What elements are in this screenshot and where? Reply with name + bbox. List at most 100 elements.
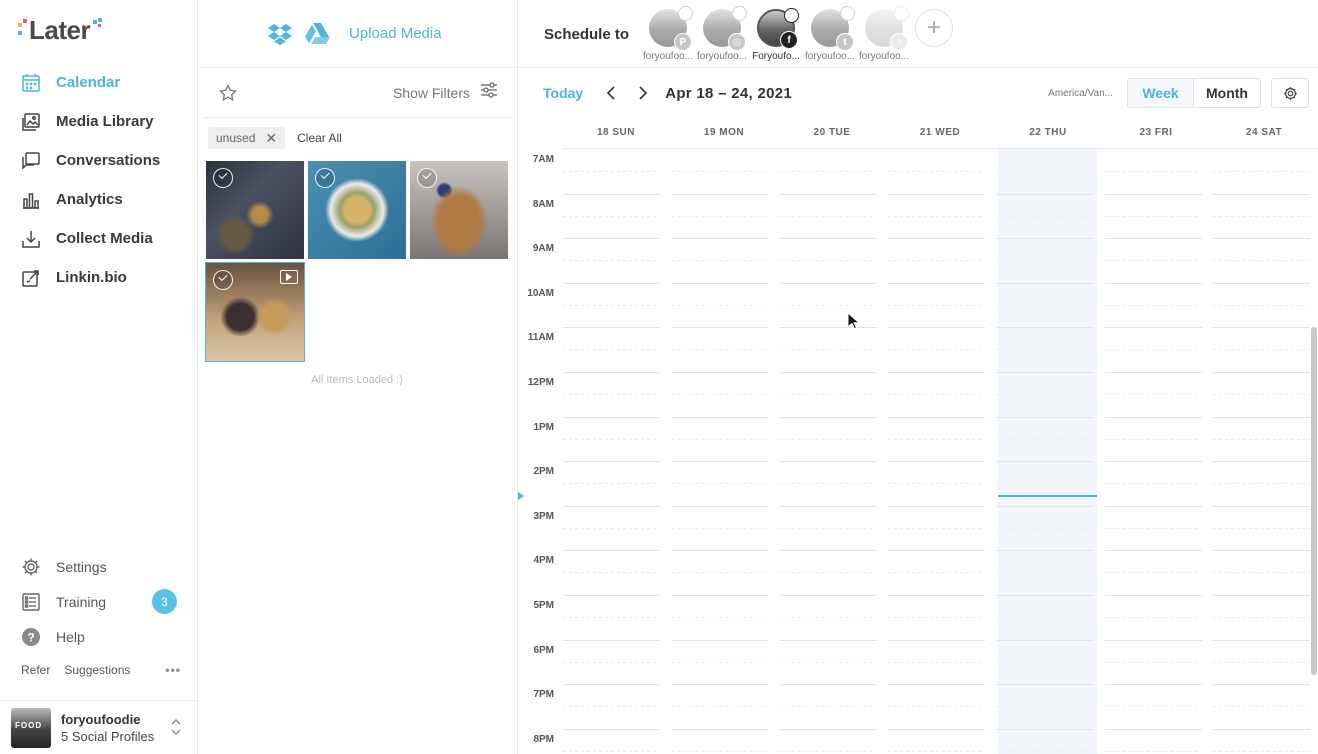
hour-label: 9AM xyxy=(532,243,554,255)
nav-settings[interactable]: Settings xyxy=(0,549,197,584)
month-view-button[interactable]: Month xyxy=(1194,79,1260,107)
hour-label: 2PM xyxy=(533,466,554,478)
clear-all-button[interactable]: Clear All xyxy=(297,131,342,145)
active-filters: unused ✕ Clear All xyxy=(198,118,517,158)
suggestions-link[interactable]: Suggestions xyxy=(64,663,130,677)
chevron-right-icon xyxy=(639,86,648,100)
logo-accent-icon xyxy=(91,18,105,40)
more-options-button[interactable]: ••• xyxy=(165,663,181,677)
media-thumbnail[interactable] xyxy=(308,161,406,259)
image-icon xyxy=(21,112,41,132)
nav-analytics-label: Analytics xyxy=(56,191,123,208)
media-thumbnail[interactable] xyxy=(205,262,305,362)
check-circle-icon[interactable] xyxy=(213,168,233,188)
upload-media-button[interactable]: Upload Media xyxy=(349,25,442,42)
day-header: 22 THU xyxy=(1029,127,1067,138)
svg-text:?: ? xyxy=(27,630,34,644)
logo-mark-icon xyxy=(16,15,32,45)
chat-icon xyxy=(21,151,41,171)
nav-help[interactable]: ? Help xyxy=(0,619,197,654)
gear-icon xyxy=(1283,86,1297,100)
profile-twitter[interactable]: t foryoufoo... xyxy=(803,6,857,62)
main-nav: Calendar Media Library Conversations Ana… xyxy=(0,63,197,297)
calendar-scrollbar[interactable] xyxy=(1311,327,1317,675)
profile-pinterest[interactable]: P foryoufoo... xyxy=(641,6,695,62)
schedule-bar: Schedule to P foryoufoo... ◎ foryoufoo..… xyxy=(518,0,1318,68)
hour-label: 7PM xyxy=(533,689,554,701)
current-time-marker xyxy=(518,492,524,500)
avatar: t xyxy=(811,6,856,51)
filter-bar: Show Filters xyxy=(204,68,511,118)
calendar-settings-button[interactable] xyxy=(1271,78,1309,108)
secondary-nav: Settings Training 3 ? Help xyxy=(0,549,197,654)
hour-label: 4PM xyxy=(533,555,554,567)
nav-collect-media[interactable]: Collect Media xyxy=(0,219,197,258)
check-icon xyxy=(732,6,748,21)
next-week-button[interactable] xyxy=(633,83,653,103)
profile-facebook[interactable]: f Foryoufo... xyxy=(749,8,803,62)
check-icon xyxy=(840,6,856,21)
profile-switcher[interactable]: foryoufoodie 5 Social Profiles xyxy=(0,700,197,754)
nav-conversations-label: Conversations xyxy=(56,152,161,169)
facebook-icon: f xyxy=(780,31,799,49)
profile-tiktok[interactable]: ♪ foryoufoo... xyxy=(857,6,911,62)
current-time-line xyxy=(998,495,1097,497)
avatar: P xyxy=(649,6,694,51)
social-profiles: P foryoufoo... ◎ foryoufoo... f Foryoufo… xyxy=(641,6,954,62)
calendar-panel: Schedule to P foryoufoo... ◎ foryoufoo..… xyxy=(518,0,1318,754)
week-view-button[interactable]: Week xyxy=(1128,79,1194,107)
google-drive-icon[interactable] xyxy=(304,21,330,47)
chevron-left-icon xyxy=(607,86,615,100)
nav-calendar[interactable]: Calendar xyxy=(0,63,197,102)
gear-icon xyxy=(21,557,41,577)
nav-analytics[interactable]: Analytics xyxy=(0,180,197,219)
hour-label: 11AM xyxy=(527,332,554,344)
hour-label: 8PM xyxy=(533,733,554,745)
today-button[interactable]: Today xyxy=(543,85,583,101)
calendar-icon xyxy=(21,73,41,93)
nav-linkin-bio-label: Linkin.bio xyxy=(56,269,127,286)
hour-label: 12PM xyxy=(527,377,554,388)
check-icon xyxy=(894,6,910,21)
later-logo[interactable]: Later xyxy=(16,14,105,46)
star-icon[interactable] xyxy=(219,83,237,102)
profile-instagram[interactable]: ◎ foryoufoo... xyxy=(695,6,749,62)
avatar: f xyxy=(757,8,800,49)
chevron-up-down-icon xyxy=(170,716,182,740)
nav-linkin-bio[interactable]: Linkin.bio xyxy=(0,258,197,297)
schedule-to-label: Schedule to xyxy=(544,26,630,43)
date-range: Apr 18 – 24, 2021 xyxy=(665,84,793,102)
check-circle-icon[interactable] xyxy=(315,168,335,188)
add-profile-button[interactable]: + xyxy=(915,9,954,47)
nav-calendar-label: Calendar xyxy=(56,74,121,91)
week-grid[interactable] xyxy=(562,149,1313,754)
close-icon[interactable]: ✕ xyxy=(265,130,277,147)
profile-name: foryoufoodie xyxy=(61,711,141,727)
nav-conversations[interactable]: Conversations xyxy=(0,141,197,180)
profile-text: foryoufoodie 5 Social Profiles xyxy=(61,712,154,744)
all-items-loaded-text: All Items Loaded :) xyxy=(311,374,403,386)
check-circle-icon[interactable] xyxy=(417,168,437,188)
nav-collect-media-label: Collect Media xyxy=(56,230,153,247)
upload-bar: Upload Media xyxy=(198,0,517,68)
dropbox-icon[interactable] xyxy=(267,21,293,47)
timezone-selector[interactable]: America/Van... xyxy=(1048,88,1113,99)
prev-week-button[interactable] xyxy=(601,83,621,103)
nav-media-library[interactable]: Media Library xyxy=(0,102,197,141)
nav-training[interactable]: Training 3 xyxy=(0,584,197,619)
instagram-icon: ◎ xyxy=(728,33,747,51)
filter-tag-unused: unused ✕ xyxy=(208,127,286,149)
media-thumbnail[interactable] xyxy=(206,161,304,259)
refer-link[interactable]: Refer xyxy=(21,663,50,677)
media-thumbnail[interactable] xyxy=(410,161,508,259)
day-header: 21 WED xyxy=(919,127,961,138)
avatar xyxy=(11,707,51,748)
profile-name: foryoufoo... xyxy=(805,51,856,62)
show-filters-button[interactable]: Show Filters xyxy=(393,85,470,101)
sliders-icon[interactable] xyxy=(480,81,498,104)
hour-label: 5PM xyxy=(533,600,554,611)
check-circle-icon[interactable] xyxy=(213,270,233,290)
hour-label: 10AM xyxy=(527,287,554,299)
day-header: 24 SAT xyxy=(1245,127,1283,138)
day-header: 23 FRI xyxy=(1139,127,1173,138)
